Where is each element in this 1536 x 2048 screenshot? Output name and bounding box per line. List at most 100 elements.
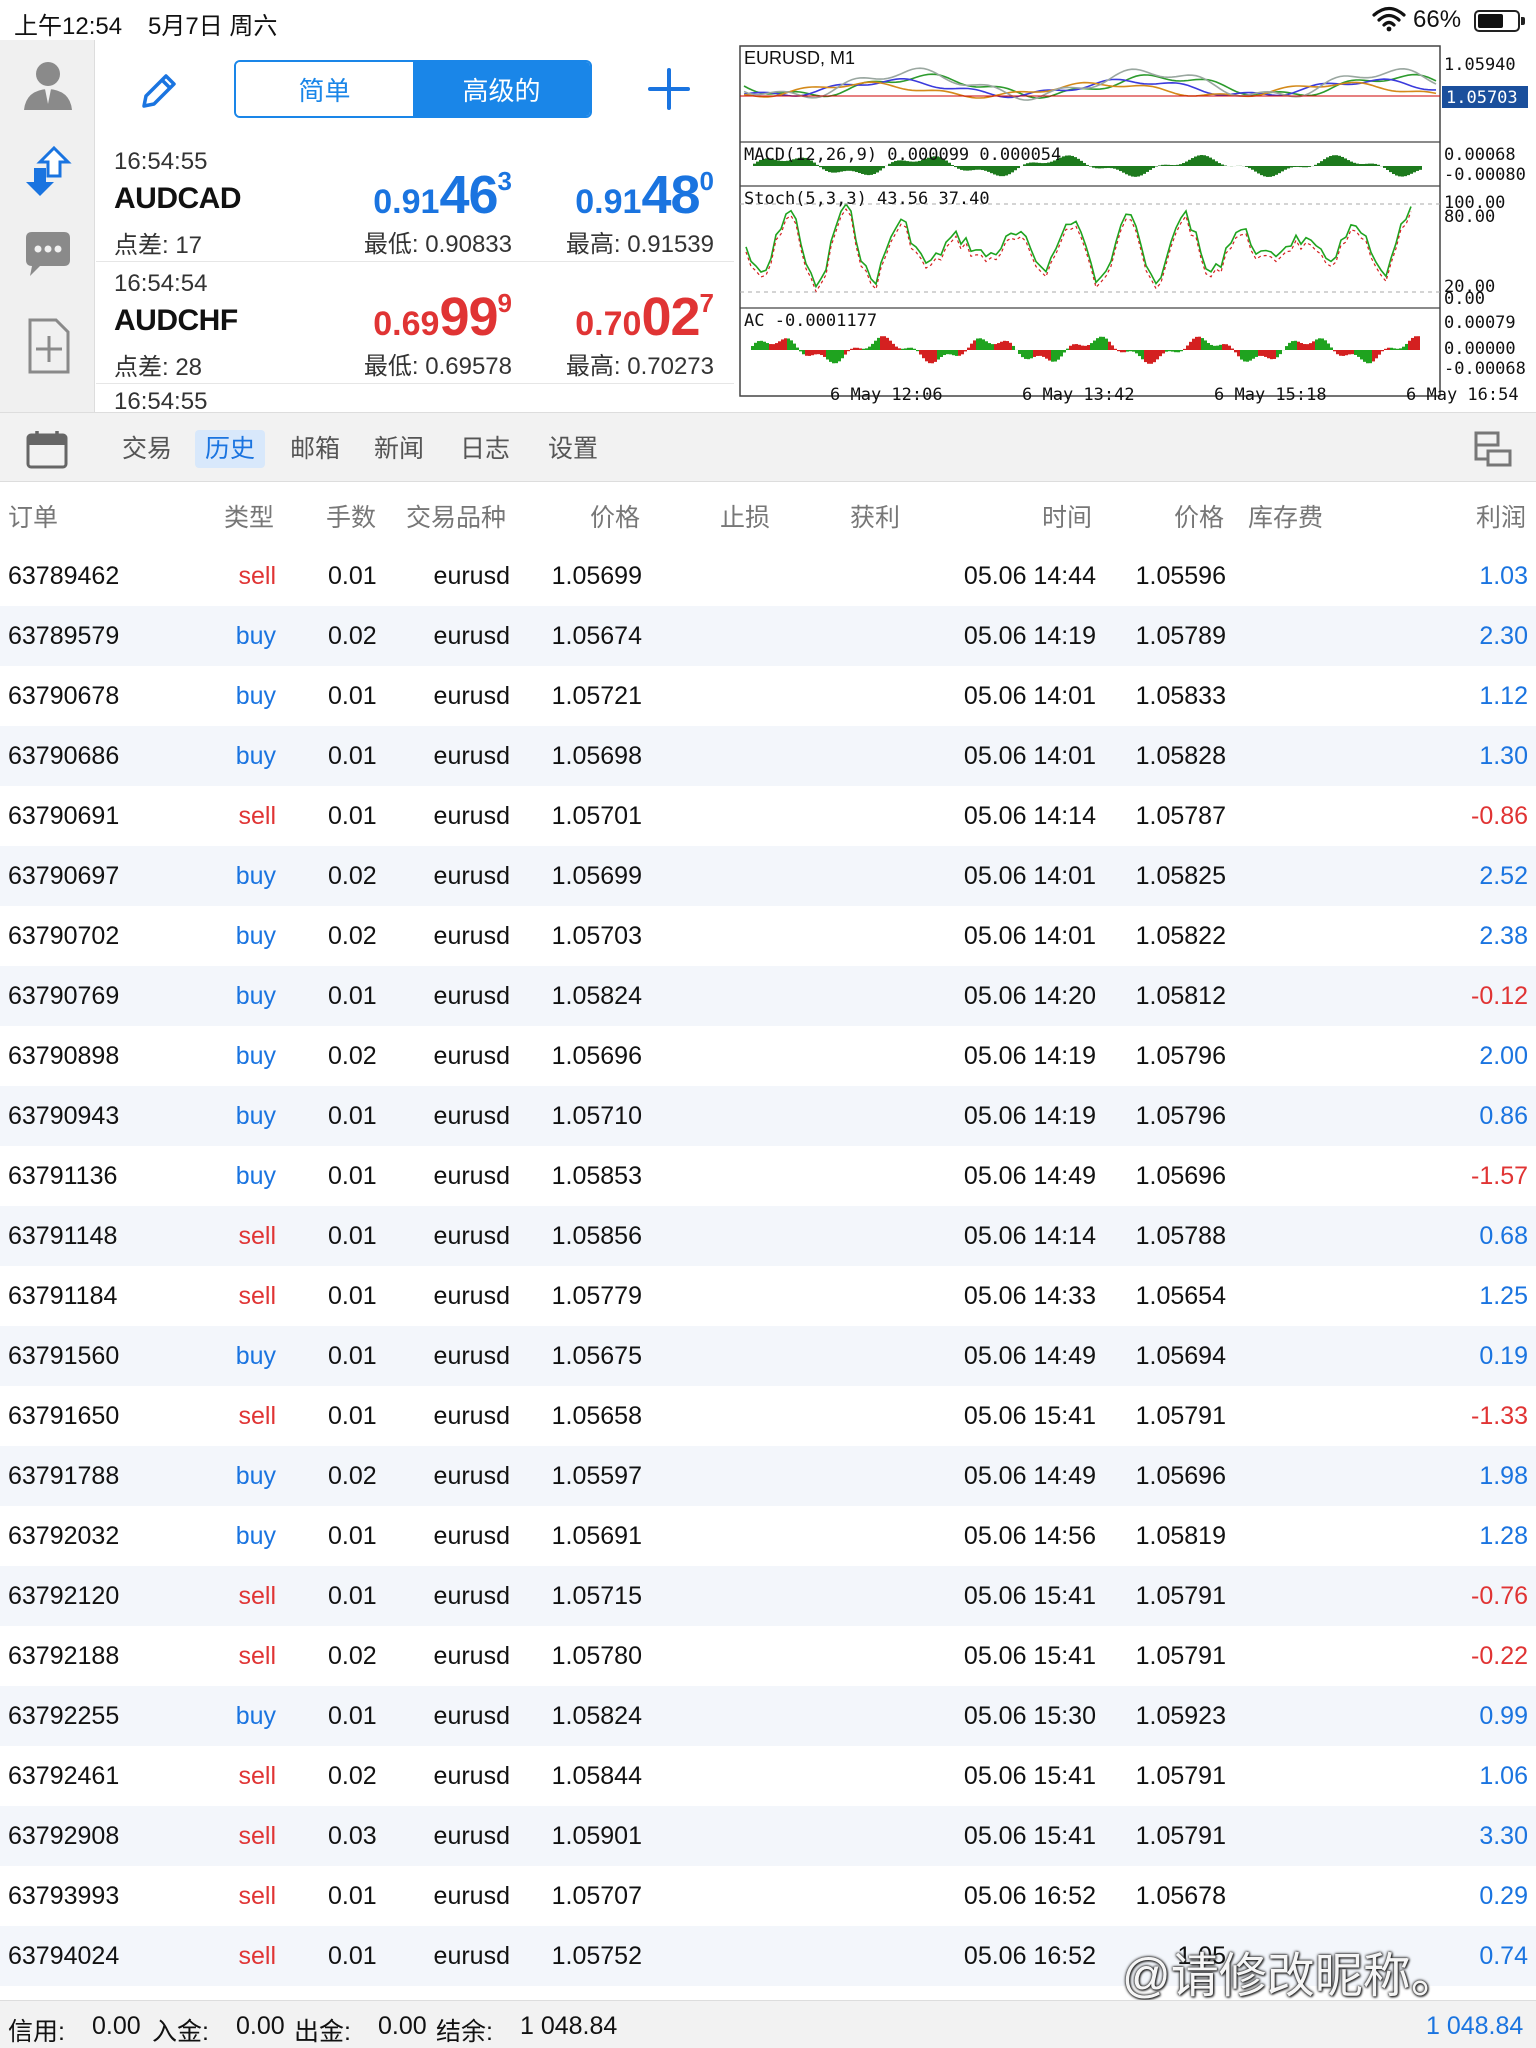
quote-time: 16:54:54 xyxy=(114,270,208,297)
macd-bar xyxy=(1110,166,1113,169)
macd-bar xyxy=(858,166,861,174)
table-row[interactable]: 63793993 sell 0.01 eurusd 1.05707 05.06 16:52… xyxy=(0,1866,1536,1926)
macd-bar xyxy=(1071,155,1074,166)
price-chart[interactable]: EURUSD, M1 MACD(12,26,9) 0.000099 0.00005… xyxy=(738,44,1536,412)
tab-mailbox[interactable]: 邮箱 xyxy=(280,430,350,468)
col-time[interactable]: 时间 xyxy=(1042,498,1092,534)
table-row[interactable]: 63790943 buy 0.01 eurusd 1.05710 05.06 14:19 1… xyxy=(0,1086,1536,1146)
history-list[interactable]: 63789462 sell 0.01 eurusd 1.05699 05.06 14:44… xyxy=(0,546,1536,2022)
ac-bar xyxy=(1012,345,1015,350)
ac-bar xyxy=(1141,350,1144,360)
table-row[interactable]: 63790769 buy 0.01 eurusd 1.05824 05.06 14:20 1… xyxy=(0,966,1536,1026)
col-sl[interactable]: 止损 xyxy=(720,498,770,534)
chat-icon[interactable] xyxy=(18,226,78,286)
tab-history[interactable]: 历史 xyxy=(195,430,266,468)
ac-bar xyxy=(1321,338,1324,350)
order-id: 63790686 xyxy=(8,742,120,770)
table-row[interactable]: 63792461 sell 0.02 eurusd 1.05844 05.06 15:41… xyxy=(0,1746,1536,1806)
calendar-icon[interactable] xyxy=(26,429,68,469)
col-symbol[interactable]: 交易品种 xyxy=(406,498,506,534)
ask-price[interactable]: 0.70027 xyxy=(575,286,714,347)
ac-bar xyxy=(1270,350,1273,360)
macd-bar xyxy=(1098,166,1101,169)
table-row[interactable]: 63791788 buy 0.02 eurusd 1.05597 05.06 14:49 1… xyxy=(0,1446,1536,1506)
close-price: 1.05791 xyxy=(1135,1762,1226,1790)
ac-bar xyxy=(1153,350,1156,363)
layout-toggle-icon[interactable] xyxy=(1472,429,1514,469)
bid-price[interactable]: 0.91463 xyxy=(373,164,512,225)
table-row[interactable]: 63792120 sell 0.01 eurusd 1.05715 05.06 15:41… xyxy=(0,1566,1536,1626)
order-lots: 0.01 xyxy=(328,1402,377,1430)
trade-arrows-icon[interactable] xyxy=(18,142,78,202)
close-price: 1.05696 xyxy=(1135,1462,1226,1490)
col-price[interactable]: 价格 xyxy=(590,498,640,534)
add-symbol-icon[interactable] xyxy=(644,64,694,114)
col-swap[interactable]: 库存费 xyxy=(1248,498,1323,534)
col-profit[interactable]: 利润 xyxy=(1476,498,1526,534)
edit-pencil-icon[interactable] xyxy=(136,68,182,114)
table-row[interactable]: 63792032 buy 0.01 eurusd 1.05691 05.06 14:56 1… xyxy=(0,1506,1536,1566)
macd-bar xyxy=(1164,164,1167,166)
table-row[interactable]: 63791184 sell 0.01 eurusd 1.05779 05.06 14:33… xyxy=(0,1266,1536,1326)
account-avatar-icon[interactable] xyxy=(18,54,78,114)
ac-bar xyxy=(1027,350,1030,360)
table-row[interactable]: 63791560 buy 0.01 eurusd 1.05675 05.06 14:49 1… xyxy=(0,1326,1536,1386)
macd-bar xyxy=(1335,155,1338,166)
table-row[interactable]: 63791148 sell 0.01 eurusd 1.05856 05.06 14:14… xyxy=(0,1206,1536,1266)
tab-advanced[interactable]: 高级的 xyxy=(413,62,590,116)
ac-bar xyxy=(1402,346,1405,350)
table-row[interactable]: 63790697 buy 0.02 eurusd 1.05699 05.06 14:01 1… xyxy=(0,846,1536,906)
order-lots: 0.02 xyxy=(328,1642,377,1670)
order-id: 63791136 xyxy=(8,1162,118,1190)
close-time: 05.06 15:30 xyxy=(963,1702,1096,1730)
col-tp[interactable]: 获利 xyxy=(850,498,900,534)
table-row[interactable]: 63792255 buy 0.01 eurusd 1.05824 05.06 15:30 1… xyxy=(0,1686,1536,1746)
tab-simple[interactable]: 简单 xyxy=(236,62,413,116)
ac-bar xyxy=(919,350,922,355)
order-id: 63791788 xyxy=(8,1462,120,1490)
table-row[interactable]: 63791650 sell 0.01 eurusd 1.05658 05.06 15:41… xyxy=(0,1386,1536,1446)
open-price: 1.05824 xyxy=(551,1702,642,1730)
tab-settings[interactable]: 设置 xyxy=(538,430,608,468)
macd-bar xyxy=(1287,166,1290,169)
chart-canvas[interactable]: EURUSD, M1 MACD(12,26,9) 0.000099 0.00005… xyxy=(738,44,1536,412)
tab-trade[interactable]: 交易 xyxy=(112,430,182,468)
quote-row-audcad[interactable]: 16:54:55 AUDCAD 点差: 17 0.91463 0.91480 最… xyxy=(96,140,734,262)
close-price: 1.05654 xyxy=(1135,1282,1226,1310)
ac-bar xyxy=(898,348,901,350)
table-row[interactable]: 63790686 buy 0.01 eurusd 1.05698 05.06 14:01 1… xyxy=(0,726,1536,786)
table-row[interactable]: 63792908 sell 0.03 eurusd 1.05901 05.06 15:41… xyxy=(0,1806,1536,1866)
deposit-value: 0.00 xyxy=(236,2012,285,2040)
table-row[interactable]: 63792188 sell 0.02 eurusd 1.05780 05.06 15:41… xyxy=(0,1626,1536,1686)
table-row[interactable]: 63791136 buy 0.01 eurusd 1.05853 05.06 14:49 1… xyxy=(0,1146,1536,1206)
view-mode-toggle[interactable]: 简单 高级的 xyxy=(234,60,592,118)
col-close-price[interactable]: 价格 xyxy=(1174,498,1224,534)
ac-bar xyxy=(892,343,895,350)
new-document-icon[interactable] xyxy=(18,316,78,376)
tab-news[interactable]: 新闻 xyxy=(364,430,434,468)
order-lots: 0.01 xyxy=(328,1582,377,1610)
tab-journal[interactable]: 日志 xyxy=(450,430,520,468)
table-row[interactable]: 63789579 buy 0.02 eurusd 1.05674 05.06 14:19 1… xyxy=(0,606,1536,666)
ac-bar xyxy=(772,344,775,350)
ac-bar xyxy=(904,348,907,350)
quote-row-audchf[interactable]: 16:54:54 AUDCHF 点差: 28 0.69999 0.70027 最… xyxy=(96,262,734,384)
ac-scale-label: 0.00000 xyxy=(1444,339,1516,359)
bid-price[interactable]: 0.69999 xyxy=(373,286,512,347)
ac-bar xyxy=(1384,348,1387,350)
table-row[interactable]: 63790898 buy 0.02 eurusd 1.05696 05.06 14:19 1… xyxy=(0,1026,1536,1086)
macd-bar xyxy=(1218,163,1221,166)
table-row[interactable]: 63790702 buy 0.02 eurusd 1.05703 05.06 14:01 1… xyxy=(0,906,1536,966)
ac-bar xyxy=(1117,350,1120,352)
status-time: 上午12:54 xyxy=(14,13,123,40)
ask-price[interactable]: 0.91480 xyxy=(575,164,714,225)
table-row[interactable]: 63790678 buy 0.01 eurusd 1.05721 05.06 14:01 1… xyxy=(0,666,1536,726)
table-row[interactable]: 63789462 sell 0.01 eurusd 1.05699 05.06 14:44… xyxy=(0,546,1536,606)
col-type[interactable]: 类型 xyxy=(224,498,274,534)
col-order[interactable]: 订单 xyxy=(8,498,58,534)
total-profit: 1 048.84 xyxy=(1426,2012,1524,2040)
col-lots[interactable]: 手数 xyxy=(326,498,376,534)
macd-bar xyxy=(1131,166,1134,177)
macd-bar xyxy=(972,166,975,171)
table-row[interactable]: 63790691 sell 0.01 eurusd 1.05701 05.06 14:14… xyxy=(0,786,1536,846)
